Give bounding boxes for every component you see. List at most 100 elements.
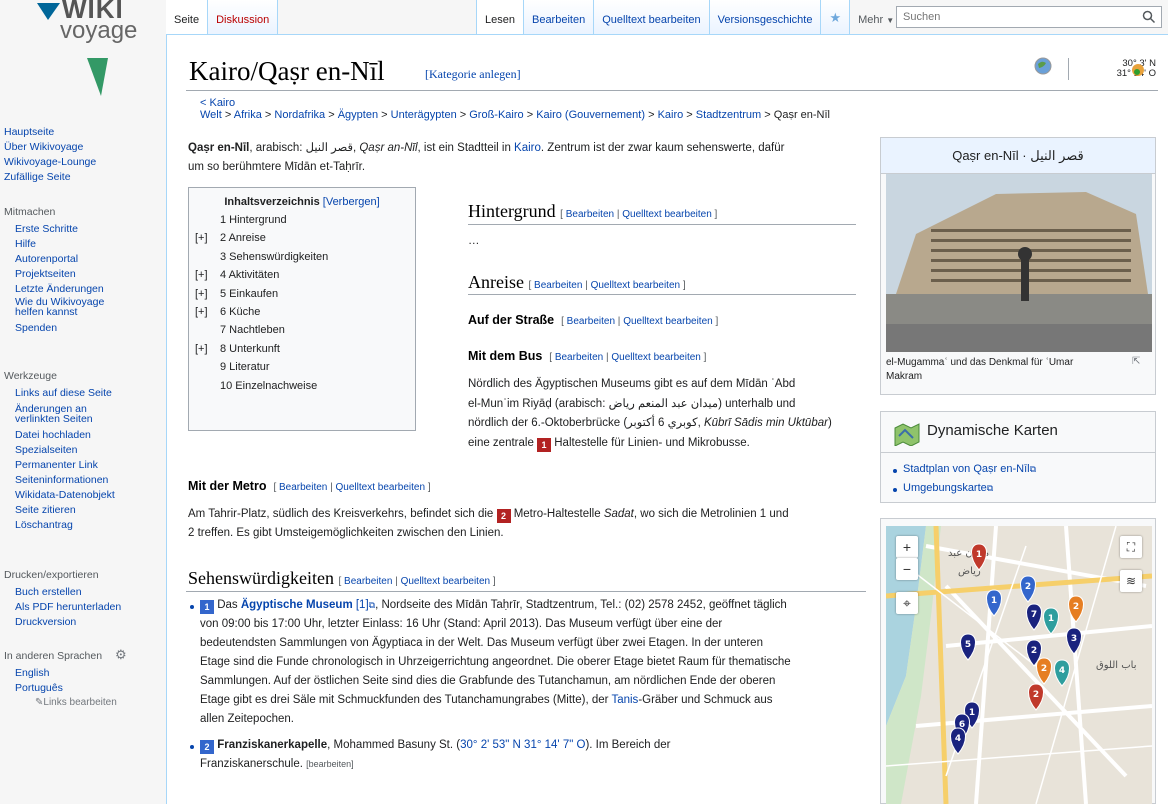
infobox-photo[interactable] — [886, 174, 1152, 352]
wikivoyage-logo[interactable]: WIKI voyage — [0, 0, 166, 120]
breadcrumb-item[interactable]: Kairo (Gouvernement) — [536, 109, 645, 121]
locate-icon[interactable]: ⌖ — [896, 592, 918, 614]
kairo-link[interactable]: Kairo — [514, 142, 541, 154]
sidebar-item-wikidata[interactable]: Wikidata-Datenobjekt — [15, 488, 166, 503]
globe-icon[interactable] — [1033, 56, 1053, 76]
toc-toggle[interactable]: [Verbergen] — [323, 196, 380, 208]
breadcrumb-item[interactable]: Ägypten — [338, 109, 378, 121]
toc-item[interactable]: 10 Einzelnachweise — [189, 377, 415, 395]
section-edit-links: [ Bearbeiten | Quelltext bearbeiten ] — [338, 576, 496, 587]
sidebar-item-related-changes-2[interactable]: verlinkten Seiten — [15, 414, 166, 425]
sidebar-item-upload[interactable]: Datei hochladen — [15, 428, 166, 443]
interactive-map[interactable]: ميدان عبد رياض باب اللوق 121571232242164… — [886, 526, 1152, 804]
sidebar-item-recent-changes[interactable]: Letzte Änderungen — [15, 282, 166, 297]
nav-random[interactable]: Zufällige Seite — [4, 170, 166, 185]
toc-item[interactable]: 3 Sehenswürdigkeiten — [189, 248, 415, 266]
breadcrumb-item[interactable]: Groß-Kairo — [469, 109, 523, 121]
coord-link[interactable]: 30° 2' 53" N 31° 14' 7" O — [460, 739, 585, 751]
heading-rule — [468, 294, 856, 295]
nav-main-page[interactable]: Hauptseite — [4, 125, 166, 140]
toc-item[interactable]: [+] 2 Anreise — [189, 229, 415, 247]
breadcrumb-item[interactable]: Kairo — [658, 109, 684, 121]
zoom-out-button[interactable]: − — [896, 558, 918, 580]
search-icon[interactable] — [1142, 10, 1156, 24]
sidebar-item-help[interactable]: Hilfe — [15, 237, 166, 252]
sidebar-item-how-to-help-2[interactable]: helfen kannst — [15, 307, 166, 318]
breadcrumb-current: Qaṣr en-Nīl — [773, 109, 831, 121]
tab-edit-source[interactable]: Quelltext bearbeiten — [594, 0, 710, 35]
gear-icon[interactable]: ⚙ — [115, 647, 127, 662]
breadcrumb-item[interactable]: Afrika — [234, 109, 262, 121]
logo-wordmark-voyage: voyage — [60, 17, 138, 44]
drucken-portal: Drucken/exportieren Buch erstellen Als P… — [0, 568, 166, 630]
sidebar-item-create-book[interactable]: Buch erstellen — [15, 585, 166, 600]
heading-hintergrund: Hintergrund [ Bearbeiten | Quelltext bea… — [468, 201, 718, 221]
sidebar-item-print[interactable]: Druckversion — [15, 615, 166, 630]
zoom-in-button[interactable]: + — [896, 536, 918, 558]
breadcrumb-up[interactable]: < Kairo — [200, 97, 235, 109]
map-marker-label: 2 — [1031, 646, 1037, 656]
marker-badge: 1 — [200, 600, 214, 614]
map-marker-label: 1 — [991, 596, 997, 606]
coordinates: 30° 3' N 31° 14' O — [1116, 58, 1156, 79]
breadcrumb-item[interactable]: Nordafrika — [274, 109, 325, 121]
tab-history[interactable]: Versionsgeschichte — [709, 0, 822, 35]
nav-lounge[interactable]: Wikivoyage-Lounge — [4, 155, 166, 170]
sidebar-item-pdf[interactable]: Als PDF herunterladen — [15, 600, 166, 615]
breadcrumb-item[interactable]: Stadtzentrum — [696, 109, 761, 121]
map-pin-icon[interactable] — [1130, 60, 1146, 78]
map-marker-label: 2 — [1073, 602, 1079, 612]
breadcrumb-item[interactable]: Unterägypten — [391, 109, 457, 121]
enlarge-icon[interactable]: ⇱ — [1132, 356, 1140, 367]
sidebar-item-page-info[interactable]: Seiteninformationen — [15, 473, 166, 488]
toc-item[interactable]: 1 Hintergrund — [189, 211, 415, 229]
lang-english[interactable]: English — [15, 666, 166, 681]
tab-edit[interactable]: Bearbeiten — [523, 0, 595, 35]
lang-portuguese[interactable]: Português — [15, 681, 166, 696]
watch-star-icon[interactable]: ★ — [821, 0, 851, 35]
tab-page[interactable]: Seite — [166, 0, 209, 35]
more-menu[interactable]: Mehr ▼ — [850, 0, 903, 35]
chevron-down-icon: ▼ — [886, 16, 895, 25]
search-input[interactable] — [896, 6, 1162, 28]
tab-read[interactable]: Lesen — [476, 0, 524, 35]
heading-anreise: Anreise [ Bearbeiten | Quelltext bearbei… — [468, 272, 686, 292]
sidebar-item-first-steps[interactable]: Erste Schritte — [15, 222, 166, 237]
toc-item[interactable]: [+] 5 Einkaufen — [189, 285, 415, 303]
map-canvas: ميدان عبد رياض باب اللوق 12157 12322 42164 — [886, 526, 1152, 804]
toc-item[interactable]: [+] 6 Küche — [189, 303, 415, 321]
sidebar-item-what-links-here[interactable]: Links auf diese Seite — [15, 386, 166, 401]
sidebar-item-permalink[interactable]: Permanenter Link — [15, 458, 166, 473]
map-marker-label: 5 — [965, 640, 971, 650]
sidebar-item-deletion[interactable]: Löschantrag — [15, 518, 166, 533]
nav-about[interactable]: Über Wikivoyage — [4, 140, 166, 155]
map-marker-label: 1 — [969, 708, 975, 718]
toc-item[interactable]: [+] 4 Aktivitäten — [189, 266, 415, 284]
category-link[interactable]: [Kategorie anlegen] — [425, 67, 521, 82]
heading-rule — [468, 224, 856, 225]
tab-discussion[interactable]: Diskussion — [208, 0, 279, 35]
sidebar-item-project-pages[interactable]: Projektseiten — [15, 267, 166, 282]
toc-item[interactable]: 9 Literatur — [189, 358, 415, 376]
toc-item[interactable]: 7 Nachtleben — [189, 321, 415, 339]
sidebar-item-donate[interactable]: Spenden — [15, 321, 166, 336]
sidebar-item-author-portal[interactable]: Autorenportal — [15, 252, 166, 267]
breadcrumb: Welt > Afrika > Nordafrika > Ägypten > U… — [200, 109, 831, 121]
breadcrumb-item[interactable]: Welt — [200, 109, 222, 121]
sidebar-item-special-pages[interactable]: Spezialseiten — [15, 443, 166, 458]
toc-item[interactable]: [+] 8 Unterkunft — [189, 340, 415, 358]
map-marker-label: 7 — [1031, 610, 1037, 620]
sidebar-item-cite[interactable]: Seite zitieren — [15, 503, 166, 518]
tanis-link[interactable]: Tanis — [611, 694, 638, 706]
listing-edit-link[interactable]: [bearbeiten] — [306, 759, 354, 769]
layers-icon[interactable]: ≋ — [1120, 570, 1142, 592]
table-of-contents: Inhaltsverzeichnis [Verbergen] 1 Hinterg… — [188, 187, 416, 431]
fullscreen-icon[interactable]: ⛶ — [1120, 536, 1142, 558]
infobox-caption: el-Mugammaʿ und das Denkmal für ʿUmar Mak… — [886, 357, 1074, 382]
list-item[interactable]: Umgebungskarte⧉ — [903, 479, 1036, 498]
heading-sehenswuerdigkeiten: Sehenswürdigkeiten [ Bearbeiten | Quellt… — [188, 568, 496, 588]
list-item[interactable]: Stadtplan von Qaṣr en-Nīl⧉ — [903, 460, 1036, 479]
edit-links[interactable]: ✎Links bearbeiten — [15, 696, 166, 709]
reference-link[interactable]: [1] — [353, 599, 369, 611]
listing-name-link[interactable]: Ägyptische Museum — [241, 599, 353, 611]
